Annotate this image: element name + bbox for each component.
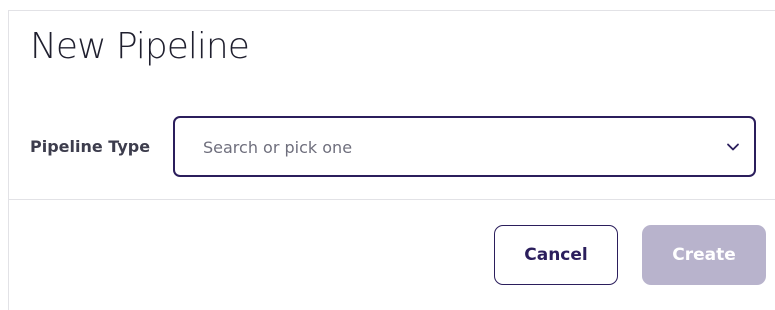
create-button[interactable]: Create — [642, 225, 766, 285]
footer-divider — [9, 199, 775, 200]
pipeline-type-select[interactable]: Search or pick one — [173, 116, 756, 177]
pipeline-type-placeholder: Search or pick one — [203, 138, 353, 157]
chevron-down-icon — [727, 143, 739, 151]
pipeline-type-label: Pipeline Type — [30, 137, 151, 156]
dialog-title: New Pipeline — [30, 26, 250, 67]
new-pipeline-dialog: New Pipeline Pipeline Type Search or pic… — [8, 10, 775, 310]
cancel-button[interactable]: Cancel — [494, 225, 618, 285]
